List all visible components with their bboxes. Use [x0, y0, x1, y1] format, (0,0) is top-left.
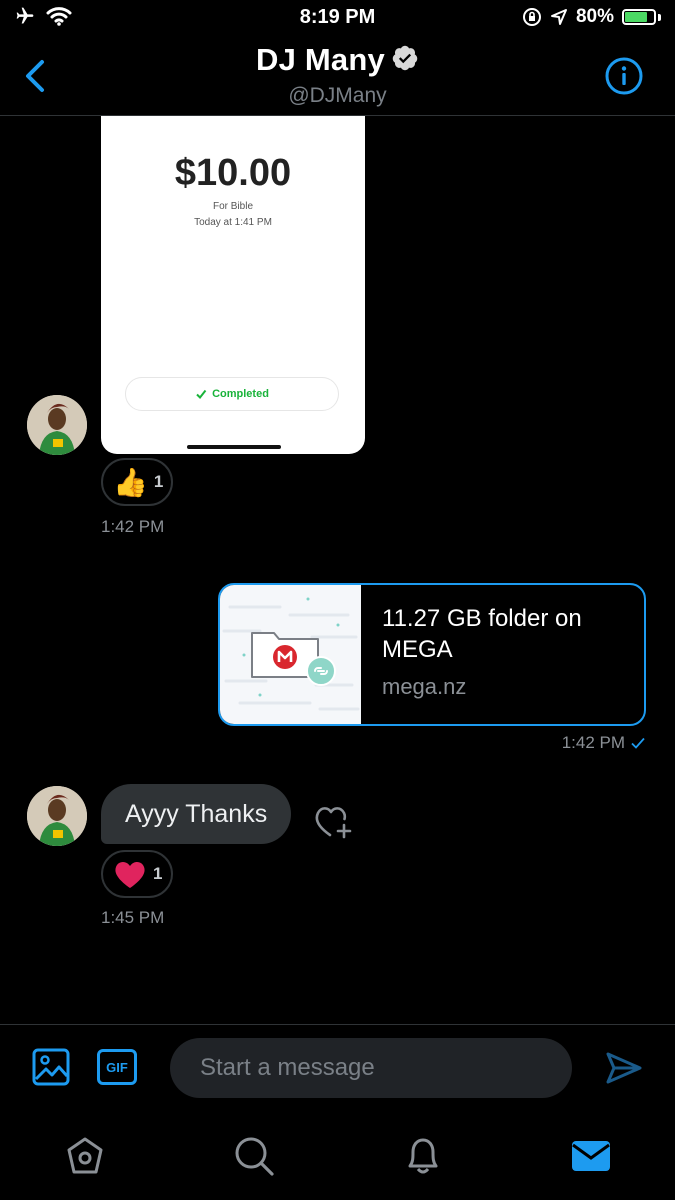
send-icon	[606, 1052, 642, 1084]
link-title: 11.27 GB folder on MEGA	[382, 605, 582, 663]
tab-messages[interactable]	[569, 1134, 613, 1178]
message-input[interactable]	[170, 1038, 572, 1098]
sent-timestamp: 1:42 PM	[562, 733, 645, 753]
checkmark-icon	[196, 389, 207, 400]
link-thumbnail	[220, 585, 361, 724]
reaction-count: 1	[153, 472, 164, 491]
received-text-message[interactable]: Ayyy Thanks	[101, 784, 292, 844]
payment-amount: $10.00	[174, 152, 292, 194]
composer-divider	[0, 1024, 675, 1025]
heart-icon	[115, 861, 145, 888]
mail-icon	[572, 1141, 610, 1171]
media-button[interactable]	[31, 1047, 71, 1087]
thumbs-up-emoji: 👍	[113, 466, 148, 498]
tab-notifications[interactable]	[401, 1134, 445, 1178]
gif-button[interactable]: GIF	[97, 1049, 137, 1085]
read-check-icon	[631, 737, 645, 749]
message-text: Ayyy Thanks	[125, 799, 268, 828]
tab-home[interactable]	[63, 1134, 107, 1178]
status-right: 80%	[522, 6, 661, 28]
payment-status: Completed	[125, 377, 339, 411]
contact-handle: @DJMany	[288, 84, 387, 107]
sent-time-label: 1:42 PM	[561, 733, 625, 752]
message-timestamp: 1:45 PM	[101, 908, 165, 927]
payment-status-label: Completed	[212, 388, 269, 400]
contact-name: DJ Many	[256, 42, 385, 77]
info-icon	[605, 57, 643, 95]
search-icon	[235, 1137, 274, 1176]
bell-icon	[408, 1138, 438, 1174]
reaction-heart[interactable]: 1	[101, 850, 173, 898]
battery-icon	[622, 9, 661, 25]
link-card-message[interactable]: 11.27 GB folder on MEGA mega.nz	[218, 583, 646, 726]
send-button[interactable]	[604, 1048, 644, 1088]
avatar[interactable]	[27, 395, 87, 455]
tab-explore[interactable]	[232, 1134, 276, 1178]
info-button[interactable]	[604, 56, 644, 96]
battery-percent: 80%	[575, 6, 614, 27]
received-image-message[interactable]: $10.00 For Bible Today at 1:41 PM Comple…	[101, 116, 365, 454]
link-domain: mega.nz	[382, 674, 467, 699]
home-indicator	[187, 445, 281, 449]
image-icon	[32, 1048, 70, 1086]
home-icon	[67, 1137, 103, 1174]
reaction-count: 1	[153, 864, 163, 883]
location-icon	[550, 9, 567, 25]
conversation-title[interactable]: DJ Many	[0, 42, 675, 80]
verified-badge-icon	[391, 44, 419, 80]
reaction-thumbs-up[interactable]: 👍 1	[101, 458, 173, 506]
add-reaction-button[interactable]	[313, 803, 355, 841]
message-timestamp: 1:42 PM	[101, 517, 165, 536]
payment-note: For Bible	[212, 201, 253, 212]
heart-plus-icon	[315, 807, 352, 839]
avatar[interactable]	[27, 786, 87, 846]
payment-date: Today at 1:41 PM	[194, 217, 272, 228]
orientation-lock-icon	[522, 8, 541, 26]
